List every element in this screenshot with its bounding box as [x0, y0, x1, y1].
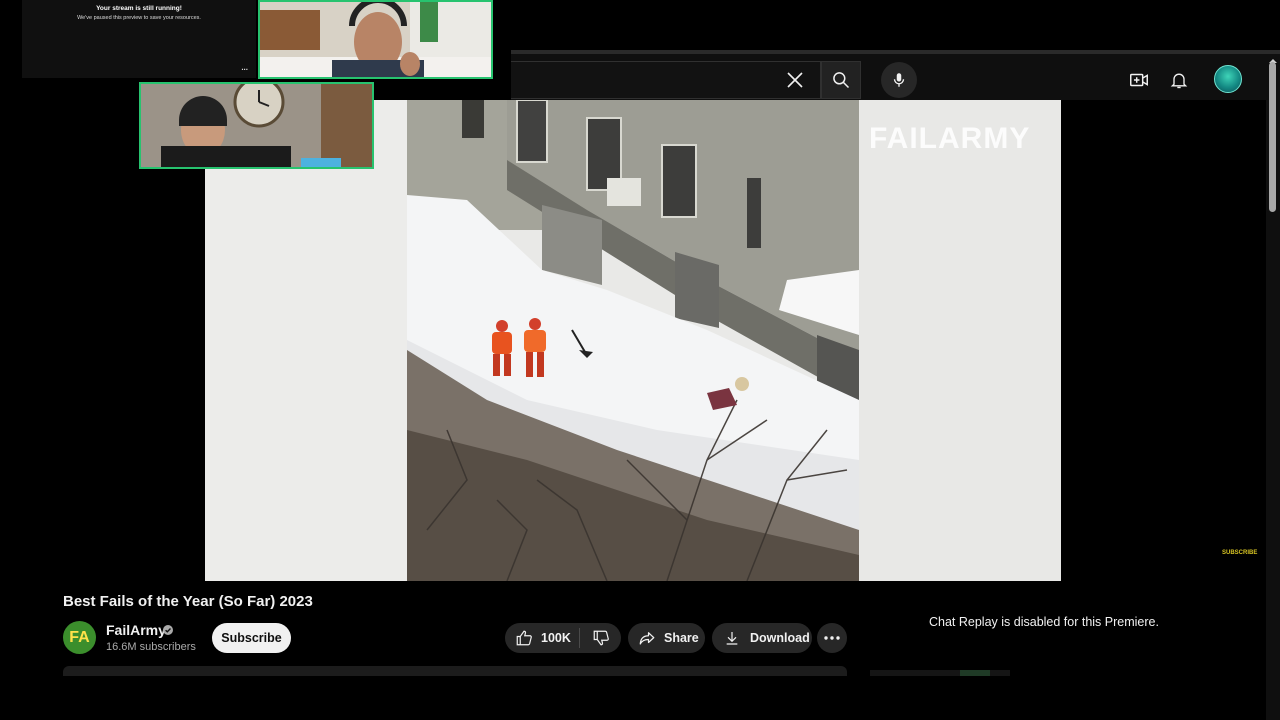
clear-search-button[interactable]	[783, 68, 807, 92]
video-player[interactable]: FAILARMY	[205, 100, 1061, 581]
stream-menu-button[interactable]: ...	[241, 63, 248, 72]
more-horizontal-icon	[824, 636, 840, 640]
stream-paused-message: We've paused this preview to save your r…	[77, 15, 201, 21]
bell-icon	[1170, 73, 1188, 89]
share-button[interactable]: Share	[628, 623, 705, 653]
thumbs-down-icon	[593, 630, 609, 646]
subscribe-button[interactable]: Subscribe	[212, 623, 291, 653]
like-dislike-group: 100K	[505, 623, 621, 653]
channel-watermark: FAILARMY	[869, 122, 1031, 155]
download-label: Download	[750, 631, 810, 645]
dislike-button[interactable]	[580, 623, 621, 653]
share-label: Share	[664, 631, 699, 645]
thumbs-up-icon	[516, 630, 532, 646]
webcam-image-1	[260, 2, 491, 77]
webcam-feed-2	[139, 82, 374, 169]
chat-replay-message: Chat Replay is disabled for this Premier…	[929, 615, 1159, 629]
verified-badge-icon	[163, 625, 173, 635]
subscribe-watermark[interactable]: SUBSCRIBE	[1222, 550, 1257, 556]
top-header	[511, 50, 1280, 100]
description-box[interactable]	[63, 666, 847, 676]
share-icon	[639, 632, 655, 645]
create-button[interactable]	[1126, 67, 1152, 93]
like-button[interactable]: 100K	[505, 623, 579, 653]
video-scene-image	[407, 100, 859, 581]
pillarbox-left	[205, 100, 407, 581]
create-icon	[1130, 73, 1148, 87]
search-button[interactable]	[821, 61, 861, 99]
voice-search-button[interactable]	[881, 62, 917, 98]
stream-preview-panel: Your stream is still running! We've paus…	[22, 0, 256, 78]
more-actions-button[interactable]	[817, 623, 847, 653]
notifications-button[interactable]	[1166, 67, 1192, 93]
stream-running-title: Your stream is still running!	[96, 5, 182, 12]
scrollbar-thumb[interactable]	[1269, 62, 1276, 212]
download-button[interactable]: Download	[712, 623, 812, 653]
pillarbox-right	[859, 100, 1061, 581]
channel-avatar[interactable]: FA	[63, 621, 96, 654]
channel-avatar-text: FA	[69, 628, 90, 646]
webcam-feed-1	[258, 0, 493, 79]
webcam-image-2	[141, 84, 372, 167]
video-title: Best Fails of the Year (So Far) 2023	[63, 593, 313, 610]
video-frame	[407, 100, 859, 581]
close-icon	[787, 72, 803, 88]
search-box[interactable]	[511, 61, 821, 99]
channel-name[interactable]: FailArmy	[106, 622, 166, 638]
account-avatar[interactable]	[1214, 65, 1242, 93]
subscriber-count: 16.6M subscribers	[106, 641, 196, 653]
download-icon	[726, 632, 738, 645]
mic-icon	[893, 73, 905, 87]
search-input[interactable]	[517, 68, 776, 94]
chat-panel-edge	[870, 670, 1010, 676]
search-icon	[833, 72, 850, 89]
like-count: 100K	[541, 631, 571, 645]
